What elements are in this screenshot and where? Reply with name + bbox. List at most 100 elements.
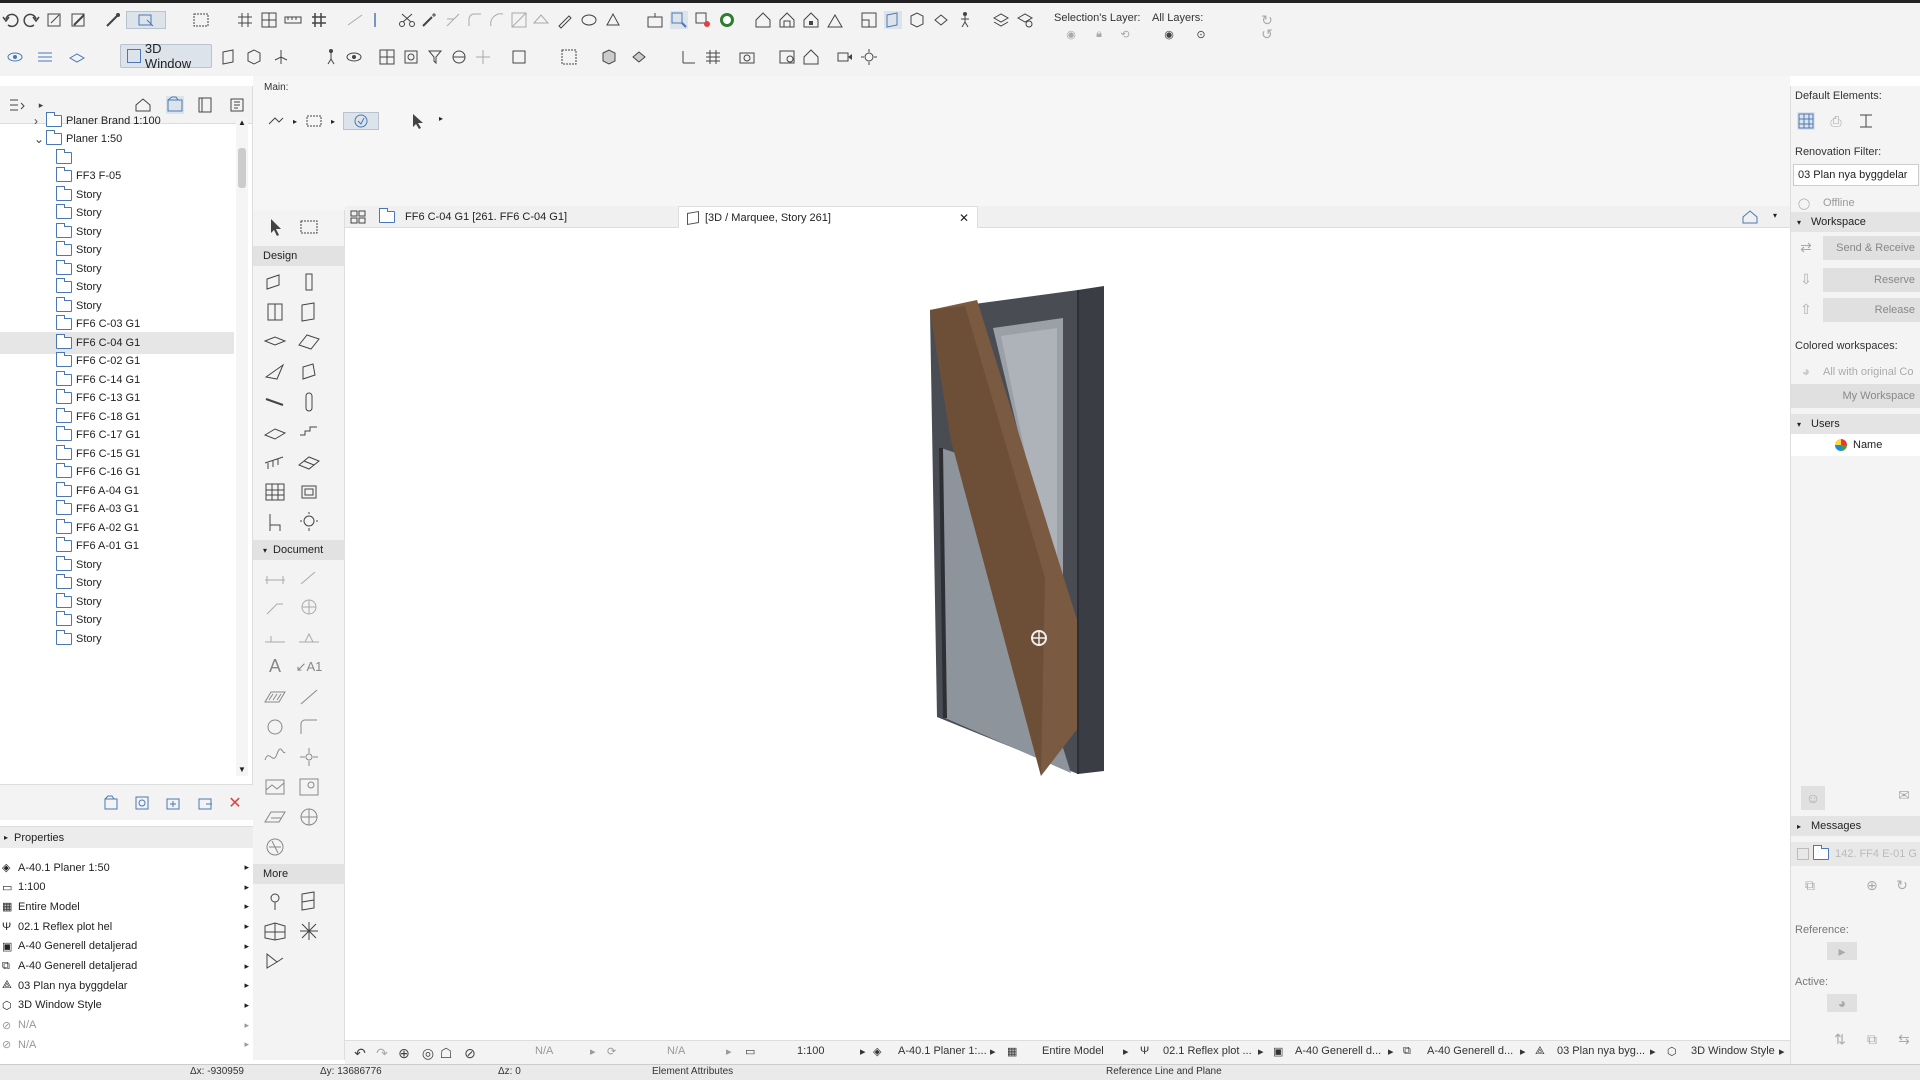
status-arrow-3-icon[interactable]: ▸ bbox=[860, 1045, 866, 1058]
camera-icon[interactable] bbox=[738, 48, 756, 66]
interior-elevation-icon[interactable] bbox=[826, 11, 844, 29]
user-icon[interactable]: ☺ bbox=[1801, 786, 1825, 810]
status-renovation[interactable]: 03 Plan nya byg... bbox=[1557, 1045, 1645, 1057]
redo-icon[interactable] bbox=[22, 11, 40, 29]
movie-icon[interactable] bbox=[836, 48, 854, 66]
active-select-icon[interactable]: ◕ bbox=[1827, 994, 1857, 1012]
lamp-2-tool-icon[interactable] bbox=[297, 920, 321, 942]
fill-tool-icon[interactable] bbox=[263, 686, 287, 708]
photorender-icon[interactable] bbox=[802, 48, 820, 66]
status-arrow-1-icon[interactable]: ▸ bbox=[590, 1045, 596, 1058]
property-row[interactable]: ⊘ N/A ▸ bbox=[0, 1016, 253, 1035]
status-arrow-8-icon[interactable]: ▸ bbox=[1520, 1045, 1526, 1058]
tab-floor-plan[interactable]: FF6 C-04 G1 [261. FF6 C-04 G1] bbox=[371, 206, 671, 228]
message-add-icon[interactable]: ⊕ bbox=[1863, 876, 1881, 894]
magic-wand-icon[interactable] bbox=[420, 11, 438, 29]
layer-combo-icon[interactable] bbox=[1016, 11, 1034, 29]
property-row[interactable]: ⟁ 03 Plan nya byggdelar ▸ bbox=[0, 976, 253, 995]
ruler-icon[interactable] bbox=[284, 11, 302, 29]
navigator-item[interactable]: Story bbox=[0, 628, 234, 650]
spline-tool-icon[interactable] bbox=[263, 746, 287, 768]
column-tool-icon[interactable] bbox=[297, 271, 321, 293]
floor-plan-icon[interactable] bbox=[860, 11, 878, 29]
3d-filter-icon[interactable] bbox=[426, 48, 444, 66]
property-row[interactable]: ▦ Entire Model ▸ bbox=[0, 897, 253, 916]
chair-tool-icon[interactable] bbox=[263, 511, 287, 533]
save-view-icon[interactable] bbox=[133, 794, 151, 812]
send-receive-button[interactable]: Send & Receive bbox=[1823, 236, 1920, 260]
pen-icon[interactable] bbox=[556, 11, 574, 29]
all-with-original-label[interactable]: All with original Co bbox=[1823, 366, 1913, 378]
scissors-icon[interactable] bbox=[398, 11, 416, 29]
delete-icon[interactable]: ✕ bbox=[226, 794, 244, 812]
stair-tool-icon[interactable] bbox=[263, 421, 287, 443]
property-arrow-icon[interactable]: ▸ bbox=[244, 961, 249, 972]
grid-snap-icon[interactable] bbox=[236, 11, 254, 29]
compare-icon[interactable]: ⇅ bbox=[1831, 1030, 1849, 1048]
3d-shade-icon[interactable] bbox=[600, 48, 618, 66]
render-icon[interactable] bbox=[778, 48, 796, 66]
property-arrow-icon[interactable]: ▸ bbox=[244, 1000, 249, 1011]
design-section[interactable]: Design bbox=[253, 246, 345, 266]
mesh-tool-icon[interactable] bbox=[263, 890, 287, 912]
status-graphic-override[interactable]: A-40 Generell d... bbox=[1427, 1045, 1513, 1057]
window-options-icon[interactable] bbox=[1741, 208, 1759, 226]
undo-icon[interactable] bbox=[2, 11, 20, 29]
sun-study-icon[interactable] bbox=[860, 48, 878, 66]
drawing-tool-icon[interactable] bbox=[297, 776, 321, 798]
status-arrow-10-icon[interactable]: ▸ bbox=[1779, 1045, 1785, 1058]
property-row[interactable]: ◈ A-40.1 Planer 1:50 ▸ bbox=[0, 858, 253, 877]
globe-icon[interactable] bbox=[718, 11, 736, 29]
object-tool-icon[interactable] bbox=[297, 481, 321, 503]
info-marquee-mode-icon[interactable] bbox=[343, 112, 380, 130]
split-icon[interactable] bbox=[510, 11, 528, 29]
info-pointer-icon[interactable] bbox=[409, 112, 427, 130]
default-print-icon[interactable]: ⎙ bbox=[1827, 112, 1845, 130]
3d-model-icon[interactable] bbox=[932, 11, 950, 29]
property-arrow-icon[interactable]: ▸ bbox=[244, 862, 249, 873]
scroll-up-icon[interactable]: ▲ bbox=[238, 118, 246, 127]
navigator-scroll-thumb[interactable] bbox=[238, 148, 246, 188]
explorer-icon[interactable]: ☖ bbox=[437, 1044, 455, 1062]
status-arrow-7-icon[interactable]: ▸ bbox=[1388, 1045, 1394, 1058]
3d-view-icon[interactable] bbox=[884, 11, 902, 29]
status-scale[interactable]: 1:100 bbox=[797, 1045, 825, 1057]
redo-zoom-icon[interactable]: ↷ bbox=[373, 1044, 391, 1062]
orbit-view-icon[interactable]: ◎ bbox=[419, 1044, 437, 1062]
3d-cutting-plane-icon[interactable] bbox=[378, 48, 396, 66]
clone-folder-icon[interactable] bbox=[196, 794, 214, 812]
tab-grid-icon[interactable] bbox=[349, 208, 367, 226]
property-arrow-icon[interactable]: ▸ bbox=[244, 941, 249, 952]
hotlink-icon[interactable] bbox=[694, 11, 712, 29]
layout-icon[interactable] bbox=[646, 11, 664, 29]
3d-zoom-fit-icon[interactable] bbox=[560, 48, 578, 66]
property-arrow-icon[interactable]: ▸ bbox=[244, 980, 249, 991]
property-arrow-icon[interactable]: ▸ bbox=[244, 901, 249, 912]
zoom-in-icon[interactable]: ⊕ bbox=[395, 1044, 413, 1062]
status-scale-icon[interactable]: ▭ bbox=[745, 1045, 755, 1058]
status-rotate-icon[interactable]: ⟳ bbox=[607, 1045, 616, 1058]
window-options-arrow-icon[interactable]: ▾ bbox=[1773, 211, 1777, 220]
status-arrow-5-icon[interactable]: ▸ bbox=[1123, 1045, 1129, 1058]
text-tool-icon[interactable]: A bbox=[263, 656, 287, 678]
property-row[interactable]: ⬡ 3D Window Style ▸ bbox=[0, 996, 253, 1015]
3d-window-button[interactable]: 3D Window bbox=[120, 41, 212, 71]
chevron-right-icon[interactable]: › bbox=[34, 114, 38, 128]
door-tool-icon[interactable] bbox=[263, 301, 287, 323]
curtain-wall-2-tool-icon[interactable] bbox=[263, 920, 287, 942]
property-arrow-icon[interactable]: ▸ bbox=[244, 882, 249, 893]
label-tool-icon[interactable]: ↙A1 bbox=[296, 656, 323, 678]
chevron-down-icon[interactable]: ⌄ bbox=[34, 132, 44, 146]
guide-line-icon[interactable] bbox=[366, 11, 384, 29]
default-element-icon[interactable] bbox=[1857, 112, 1875, 130]
3d-cube-icon[interactable] bbox=[245, 48, 263, 66]
offset-icon[interactable] bbox=[488, 11, 506, 29]
dimension-tool-icon[interactable] bbox=[263, 566, 287, 588]
wall-tool-icon[interactable] bbox=[263, 271, 287, 293]
properties-header[interactable]: ▸ Properties bbox=[0, 826, 253, 848]
info-marquee-icon[interactable] bbox=[305, 112, 323, 130]
3d-cut-icon[interactable] bbox=[402, 48, 420, 66]
status-model[interactable]: Entire Model bbox=[1042, 1045, 1104, 1057]
angle-dimension-tool-icon[interactable] bbox=[297, 596, 321, 618]
tab-3d[interactable]: [3D / Marquee, Story 261] ✕ bbox=[678, 206, 978, 228]
